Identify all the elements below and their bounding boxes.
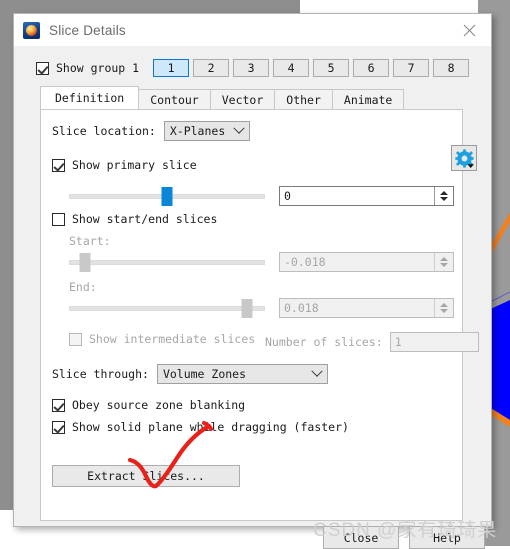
tab-definition[interactable]: Definition — [40, 86, 140, 109]
dialog-body: Show group 1 1 2 3 4 5 6 7 8 Definition … — [14, 46, 491, 549]
primary-spinner-buttons[interactable] — [434, 187, 453, 205]
start-slider[interactable] — [69, 252, 265, 272]
group-button-2[interactable]: 2 — [193, 59, 230, 77]
slice-location-row: Slice location: X-Planes — [52, 121, 250, 141]
group-button-3[interactable]: 3 — [233, 59, 270, 77]
solid-plane-row: Show solid plane while dragging (faster) — [52, 420, 349, 434]
primary-slider-handle[interactable] — [161, 187, 173, 206]
start-spinner-buttons[interactable] — [434, 253, 453, 271]
slice-location-dropdown[interactable]: X-Planes — [163, 121, 250, 141]
end-spinner-buttons[interactable] — [434, 299, 453, 317]
close-icon[interactable] — [447, 14, 491, 46]
show-start-end-label: Show start/end slices — [72, 212, 218, 226]
group-button-5[interactable]: 5 — [313, 59, 350, 77]
group-button-4[interactable]: 4 — [273, 59, 310, 77]
end-value-text: 0.018 — [284, 301, 319, 315]
end-slider-track — [69, 306, 265, 311]
gear-icon[interactable] — [451, 145, 477, 171]
solid-plane-label: Show solid plane while dragging (faster) — [72, 420, 349, 434]
primary-slice-slider[interactable] — [69, 186, 265, 206]
start-slider-handle[interactable] — [79, 253, 91, 272]
end-label: End: — [69, 280, 97, 294]
obey-blanking-label: Obey source zone blanking — [72, 398, 246, 412]
extract-slices-button[interactable]: Extract Slices... — [52, 465, 240, 487]
slice-location-value: X-Planes — [169, 124, 226, 138]
start-value-text: -0.018 — [284, 255, 326, 269]
tab-other[interactable]: Other — [274, 89, 333, 109]
start-value-spinbox[interactable]: -0.018 — [279, 252, 454, 272]
group-button-8[interactable]: 8 — [433, 59, 470, 77]
show-intermediate-row: Show intermediate slices — [69, 332, 255, 346]
group-button-1[interactable]: 1 — [153, 59, 190, 77]
dialog-titlebar[interactable]: Slice Details — [14, 14, 491, 46]
slice-through-dropdown[interactable]: Volume Zones — [156, 364, 328, 384]
show-primary-slice-checkbox[interactable] — [52, 158, 65, 172]
group-row: Show group 1 1 2 3 4 5 6 7 8 — [36, 59, 473, 77]
tab-contour[interactable]: Contour — [138, 89, 211, 109]
slice-through-label: Slice through: — [52, 367, 149, 381]
definition-panel: Slice location: X-Planes Show primary sl… — [40, 109, 479, 521]
start-slider-track — [69, 260, 265, 265]
obey-blanking-row: Obey source zone blanking — [52, 398, 245, 412]
number-of-slices-input[interactable]: 1 — [389, 332, 479, 352]
show-primary-slice-row: Show primary slice — [52, 158, 197, 172]
number-of-slices-row: Number of slices: 1 — [265, 332, 479, 352]
start-label: Start: — [69, 234, 111, 248]
tab-animate[interactable]: Animate — [331, 89, 405, 109]
dialog-title: Slice Details — [49, 22, 126, 38]
end-slider-handle[interactable] — [241, 299, 253, 318]
teapot-icon — [23, 21, 40, 39]
primary-value-spinbox[interactable]: 0 — [279, 186, 454, 206]
group-button-7[interactable]: 7 — [393, 59, 430, 77]
show-group-label: Show group 1 — [56, 61, 140, 75]
show-intermediate-checkbox[interactable] — [69, 332, 82, 346]
tab-vector[interactable]: Vector — [209, 89, 276, 109]
chevron-down-icon-2 — [307, 370, 327, 378]
solid-plane-checkbox[interactable] — [52, 420, 65, 434]
show-primary-slice-label: Show primary slice — [72, 158, 197, 172]
slice-through-value: Volume Zones — [162, 367, 247, 381]
group-button-strip: 1 2 3 4 5 6 7 8 — [153, 59, 473, 77]
primary-value-text: 0 — [284, 189, 291, 203]
show-group-checkbox[interactable] — [36, 61, 49, 75]
show-intermediate-label: Show intermediate slices — [89, 332, 256, 346]
slice-details-dialog: Slice Details Show group 1 1 2 3 4 5 6 7… — [13, 13, 492, 549]
chevron-down-icon — [229, 127, 249, 135]
obey-blanking-checkbox[interactable] — [52, 398, 65, 412]
show-start-end-checkbox[interactable] — [52, 212, 65, 226]
show-start-end-row: Show start/end slices — [52, 212, 217, 226]
slice-through-row: Slice through: Volume Zones — [52, 364, 328, 384]
end-value-spinbox[interactable]: 0.018 — [279, 298, 454, 318]
end-slider[interactable] — [69, 298, 265, 318]
tab-strip: Definition Contour Vector Other Animate — [40, 86, 405, 109]
slice-location-label: Slice location: — [52, 124, 156, 138]
number-of-slices-label: Number of slices: — [265, 335, 383, 349]
group-button-6[interactable]: 6 — [353, 59, 390, 77]
